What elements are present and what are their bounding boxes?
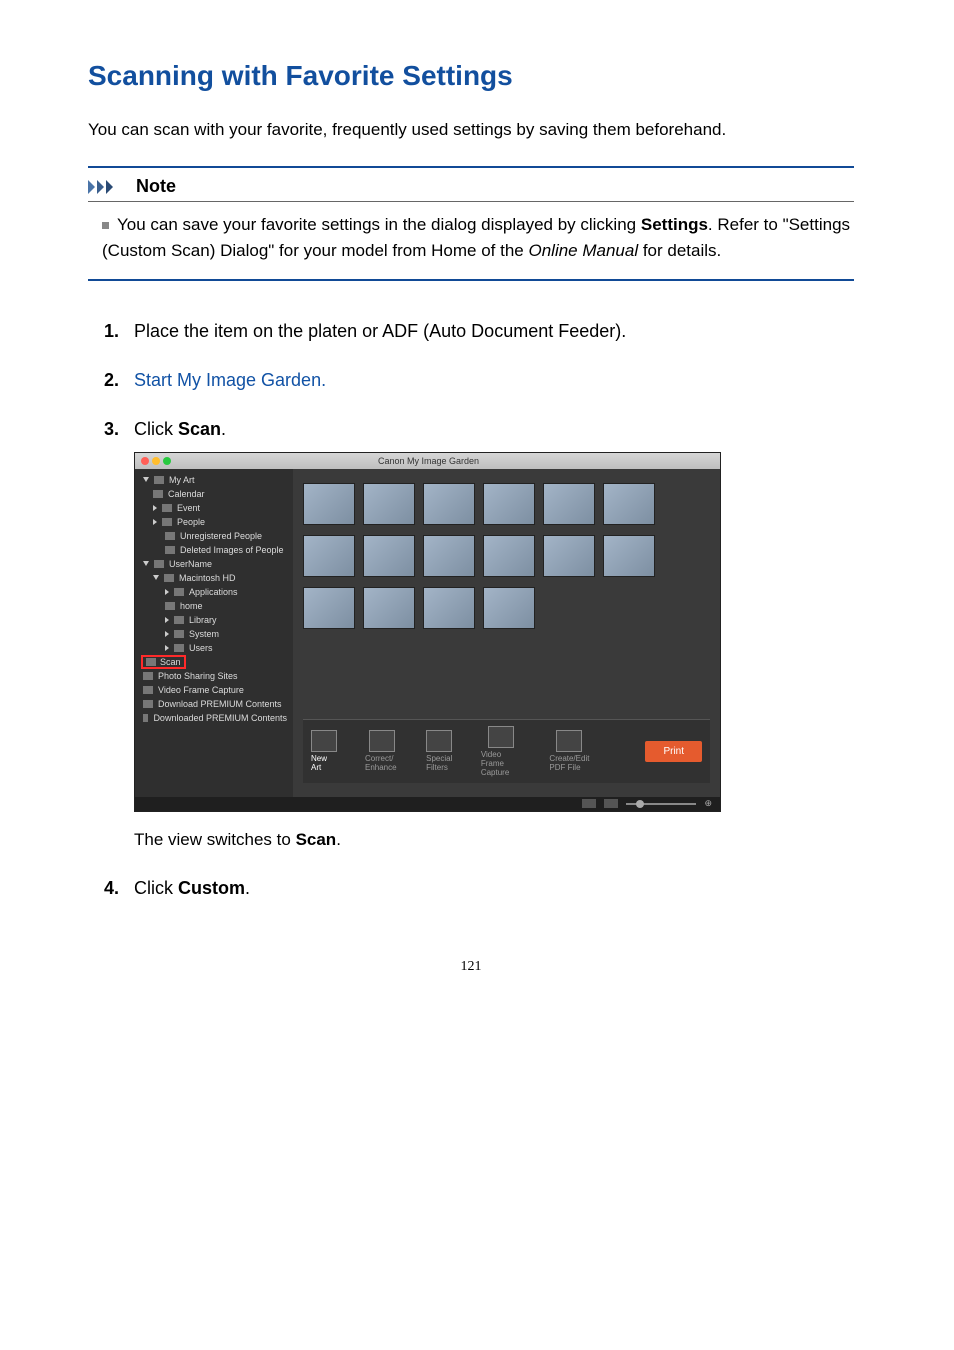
sidebar-item-system[interactable]: System [135,627,293,641]
tool-correct-enhance[interactable]: Correct/ Enhance [365,730,398,772]
tool-create-edit-pdf[interactable]: Create/Edit PDF File [549,730,589,772]
step-pre: Click [134,419,178,439]
sidebar-item-my-art[interactable]: My Art [135,473,293,487]
note-online-manual: Online Manual [528,241,638,260]
sidebar-item-username[interactable]: UserName [135,557,293,571]
note-text-post: for details. [638,241,721,260]
print-button[interactable]: Print [645,741,702,762]
create-edit-pdf-icon [556,730,582,752]
note-body: You can save your favorite settings in t… [88,212,854,265]
sidebar-item-unregistered[interactable]: Unregistered People [135,529,293,543]
step-bold: Scan [178,419,221,439]
zoom-plus-icon[interactable]: ⊕ [704,798,712,809]
zoom-slider[interactable] [626,803,696,805]
sidebar-item-downloaded-premium[interactable]: Downloaded PREMIUM Contents [135,711,293,725]
step-4: 4. Click Custom. [104,878,854,899]
sidebar-item-video-frame[interactable]: Video Frame Capture [135,683,293,697]
thumbnail[interactable] [363,587,415,629]
thumbnail[interactable] [483,483,535,525]
sidebar-item-home[interactable]: home [135,599,293,613]
special-filters-icon [426,730,452,752]
sidebar-item-event[interactable]: Event [135,501,293,515]
thumbnail[interactable] [363,483,415,525]
page-number: 121 [88,959,854,975]
list-bullet-icon [102,222,109,229]
thumbnail[interactable] [423,483,475,525]
note-box: Note You can save your favorite settings… [88,166,854,281]
traffic-lights-icon [141,457,171,465]
sidebar-item-library[interactable]: Library [135,613,293,627]
thumbnail[interactable] [483,535,535,577]
sidebar-item-calendar[interactable]: Calendar [135,487,293,501]
app-toolbar: New Art Correct/ Enhance Special Filters [303,719,710,783]
thumbnail[interactable] [423,535,475,577]
correct-enhance-icon [369,730,395,752]
step-post: . [245,878,250,898]
sidebar-item-people[interactable]: People [135,515,293,529]
status-bar: ⊕ [135,797,720,811]
caption-pre: The view switches to [134,830,296,849]
thumbnail[interactable] [303,535,355,577]
step-1: 1. Place the item on the platen or ADF (… [104,321,854,342]
step-pre: Click [134,878,178,898]
thumbnail[interactable] [303,587,355,629]
window-title: Canon My Image Garden [175,456,682,466]
new-art-icon [311,730,337,752]
thumbnail[interactable] [363,535,415,577]
step-bold: Custom [178,878,245,898]
note-settings-word: Settings [641,215,708,234]
step-number: 2. [104,370,124,391]
sidebar-item-applications[interactable]: Applications [135,585,293,599]
note-heading: Note [136,176,176,197]
tool-video-frame-capture[interactable]: Video Frame Capture [481,726,522,777]
caption-post: . [336,830,341,849]
thumbnail[interactable] [303,483,355,525]
step-2: 2. Start My Image Garden. [104,370,854,391]
sidebar-item-deleted[interactable]: Deleted Images of People [135,543,293,557]
caption-bold: Scan [296,830,337,849]
note-chevrons-icon [88,180,128,194]
step-text: Place the item on the platen or ADF (Aut… [134,321,626,342]
step-post: . [221,419,226,439]
app-titlebar: Canon My Image Garden [135,453,720,469]
thumbnail[interactable] [603,483,655,525]
page-title: Scanning with Favorite Settings [88,60,854,92]
note-text-pre: You can save your favorite settings in t… [117,215,641,234]
gallery: New Art Correct/ Enhance Special Filters [293,469,720,797]
step-number: 4. [104,878,124,899]
thumbnail[interactable] [543,483,595,525]
start-my-image-garden-link[interactable]: Start My Image Garden. [134,370,326,390]
sidebar-item-macintosh-hd[interactable]: Macintosh HD [135,571,293,585]
step-number: 3. [104,419,124,440]
thumbnail[interactable] [603,535,655,577]
step-3: 3. Click Scan. Canon My Image Garden My [104,419,854,850]
tool-special-filters[interactable]: Special Filters [426,730,453,772]
intro-text: You can scan with your favorite, frequen… [88,120,854,140]
app-screenshot: Canon My Image Garden My Art Calendar Ev… [134,452,721,812]
thumbnail[interactable] [483,587,535,629]
sidebar-item-users[interactable]: Users [135,641,293,655]
step-number: 1. [104,321,124,342]
video-frame-capture-icon [488,726,514,748]
thumbnail[interactable] [543,535,595,577]
sidebar-item-download-premium[interactable]: Download PREMIUM Contents [135,697,293,711]
thumbnail[interactable] [423,587,475,629]
view-toggle-icon[interactable] [582,799,596,808]
sidebar-item-photo-sharing[interactable]: Photo Sharing Sites [135,669,293,683]
sidebar: My Art Calendar Event People Unregistere… [135,469,293,797]
sidebar-item-scan[interactable]: Scan [135,655,293,669]
view-toggle-icon[interactable] [604,799,618,808]
tool-new-art[interactable]: New Art [311,730,337,772]
